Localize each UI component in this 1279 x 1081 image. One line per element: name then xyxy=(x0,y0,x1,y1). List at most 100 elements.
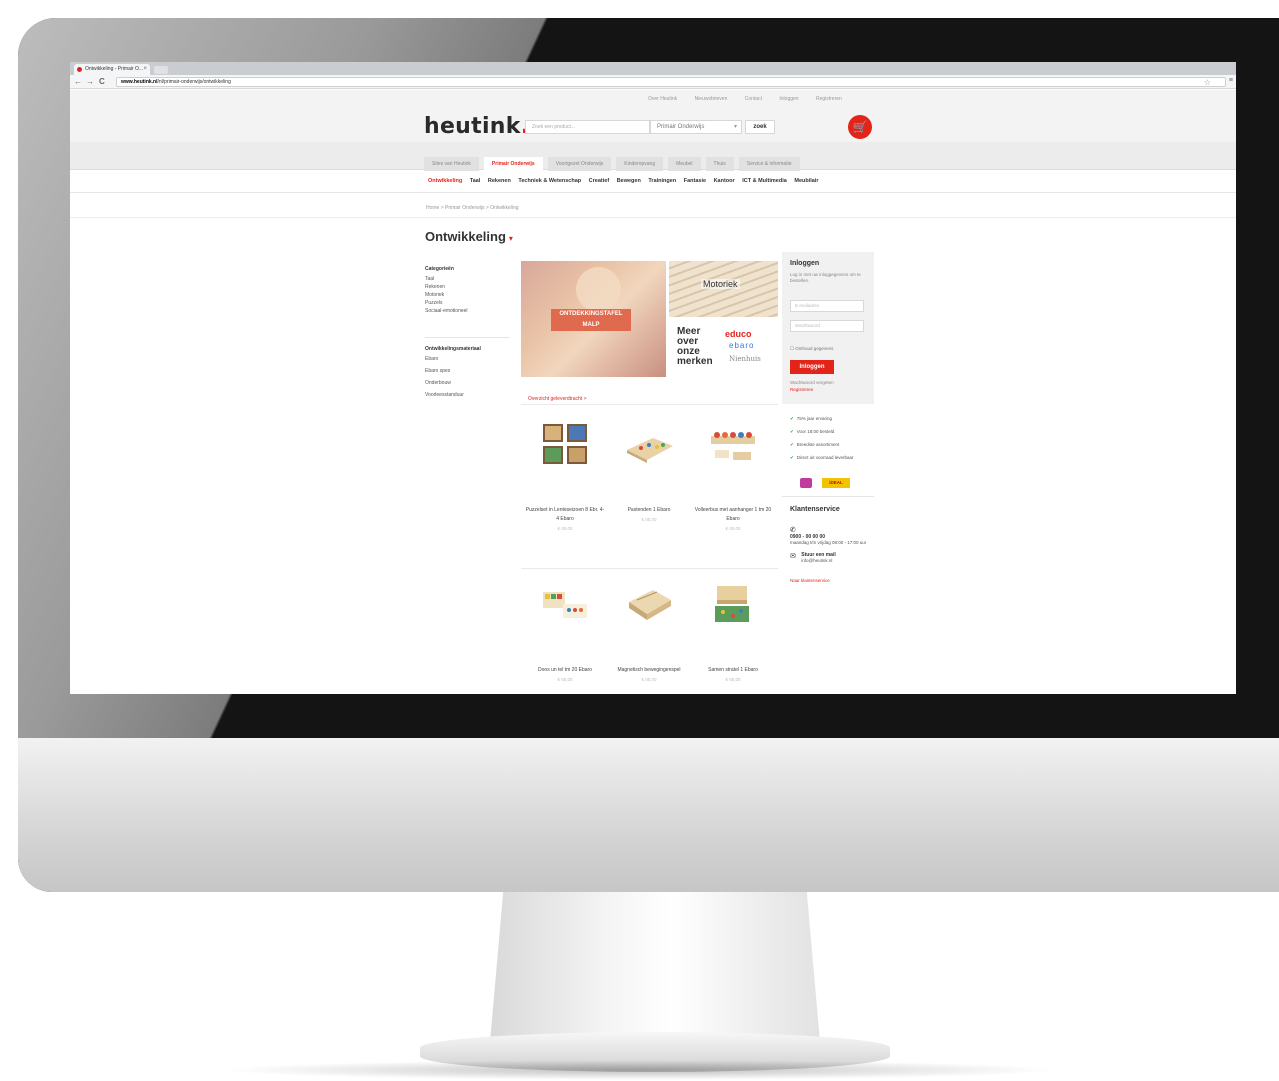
usp-text: Breedste assortiment xyxy=(796,442,840,447)
banner-ontdekkingstafel[interactable]: ONTDEKKINGSTAFEL MALP xyxy=(521,261,666,377)
password-field[interactable]: Wachtwoord xyxy=(790,320,864,332)
top-link-inloggen[interactable]: Inloggen xyxy=(779,96,798,102)
remember-label: Onthoud gegevens xyxy=(795,346,834,351)
subnav-trainingen[interactable]: Trainingen xyxy=(648,178,676,184)
sidebar-item[interactable]: Onderbouw xyxy=(425,379,510,387)
subnav-techniek[interactable]: Techniek & Wetenschap xyxy=(518,178,581,184)
subnav-ict[interactable]: ICT & Multimedia xyxy=(742,178,787,184)
tab-kinderopvang[interactable]: Kinderopvang xyxy=(616,157,664,171)
subnav-rekenen[interactable]: Rekenen xyxy=(488,178,511,184)
forgot-password-link[interactable]: Wachtwoord vergeten xyxy=(790,380,834,385)
subnav-meubilair[interactable]: Meubilair xyxy=(794,178,818,184)
product-name[interactable]: Samen stratel 1 Ebaro € 00,00 xyxy=(693,666,773,684)
logo-text: heutink xyxy=(424,114,521,139)
product-card[interactable]: Magnetisch bewegingenspel € 00,00 xyxy=(609,568,689,694)
subnav-bewegen[interactable]: Bewegen xyxy=(617,178,641,184)
login-button[interactable]: Inloggen xyxy=(790,360,834,374)
bookmark-star-icon[interactable]: ☆ xyxy=(1204,79,1211,87)
back-icon[interactable]: ← xyxy=(74,76,82,88)
top-link-registreren[interactable]: Registreren xyxy=(816,96,842,102)
new-tab-button[interactable] xyxy=(154,66,168,74)
tab-bar: Ontwikkeling - Primair O... × xyxy=(70,62,1236,75)
sidebar-group-title: Ontwikkelingsmateriaal xyxy=(425,346,481,352)
phone-row[interactable]: ✆ 0900 - 00 00 00 maandag t/m vrijdag 08:… xyxy=(790,526,874,546)
banner-motoriek[interactable]: Motoriek xyxy=(669,261,778,317)
product-name[interactable]: Puzzelset in Lenteseizoen 8 Ebr. 4-4 Eba… xyxy=(525,506,605,533)
url-domain: www.heutink.nl xyxy=(121,79,158,85)
product-card[interactable]: Samen stratel 1 Ebaro € 00,00 xyxy=(693,568,773,694)
product-card[interactable]: Doos un tel tm 20 Ebaro € 00,00 xyxy=(525,568,605,694)
product-name[interactable]: Pastenden 1 Ebaro € 00,00 xyxy=(609,506,689,524)
sidebar-item[interactable]: Voorleesstanduur xyxy=(425,391,510,399)
chevron-down-icon[interactable]: ▾ xyxy=(509,234,513,243)
tab-sites[interactable]: Sites van Heutink xyxy=(424,157,479,171)
ideal-logo-icon xyxy=(800,477,812,488)
breadcrumb[interactable]: Home > Primair Onderwijs > Ontwikkeling xyxy=(426,205,519,211)
browser-menu-icon[interactable]: ≡ xyxy=(1229,77,1233,84)
product-name[interactable]: Magnetisch bewegingenspel € 00,00 xyxy=(609,666,689,684)
search-button[interactable]: zoek xyxy=(745,120,775,134)
top-link-nieuwsbrieven[interactable]: Nieuwsbrieven xyxy=(695,96,728,102)
product-card[interactable]: Volleerbus met aanhanger 1 tm 20 Ebaro € … xyxy=(693,408,773,558)
phone-icon: ✆ xyxy=(790,527,796,534)
tab-service[interactable]: Service & informatie xyxy=(738,157,800,171)
product-image[interactable] xyxy=(623,582,675,626)
customer-service-link[interactable]: Naar klantenservice xyxy=(790,578,830,583)
email-field[interactable]: E-mailadres xyxy=(790,300,864,312)
tab-thuis[interactable]: Thuis xyxy=(705,157,734,171)
cart-icon[interactable]: 🛒 xyxy=(848,115,872,139)
sidebar-item[interactable]: Puzzels xyxy=(425,299,510,307)
sidebar-item[interactable]: Ebaro xyxy=(425,355,510,363)
login-box: Inloggen Log in met uw inloggegevens om … xyxy=(782,252,874,404)
mail-address: info@heutink.nl xyxy=(801,558,833,563)
forward-icon[interactable]: → xyxy=(86,76,94,88)
product-price: € 00,00 xyxy=(557,677,573,682)
top-link-contact[interactable]: Contact xyxy=(745,96,762,102)
sidebar-item[interactable]: Motoriek xyxy=(425,291,510,299)
banner-merken[interactable]: Meer over onze merken educo ebaro Nienhuis xyxy=(669,321,778,377)
product-image[interactable] xyxy=(539,422,591,466)
tab-meubel[interactable]: Meubel xyxy=(668,157,701,171)
mail-row[interactable]: ✉ Stuur een mail info@heutink.nl xyxy=(790,552,874,564)
reload-icon[interactable]: C xyxy=(99,76,105,88)
top-link-over[interactable]: Over Heutink xyxy=(648,96,677,102)
sidebar-item[interactable]: Rekenen xyxy=(425,283,510,291)
search-input[interactable]: Zoek een product... xyxy=(525,120,650,134)
register-link[interactable]: Registreren xyxy=(790,387,813,392)
product-name[interactable]: Doos un tel tm 20 Ebaro € 00,00 xyxy=(525,666,605,684)
product-card[interactable]: Pastenden 1 Ebaro € 00,00 xyxy=(609,408,689,558)
close-tab-icon[interactable]: × xyxy=(143,64,147,75)
product-name[interactable]: Volleerbus met aanhanger 1 tm 20 Ebaro € … xyxy=(693,506,773,533)
divider xyxy=(521,568,778,569)
subnav-fantasie[interactable]: Fantasie xyxy=(684,178,706,184)
remember-checkbox[interactable]: ☐ Onthoud gegevens xyxy=(790,346,833,352)
search-scope-select[interactable]: Primair Onderwijs ▾ xyxy=(650,120,742,134)
address-bar[interactable]: www.heutink.nl/nl/primair-onderwijs/ontw… xyxy=(116,77,1226,87)
sidebar-item[interactable]: Sociaal-emotioneel xyxy=(425,307,510,315)
product-image[interactable] xyxy=(539,582,591,626)
subnav-kantoor[interactable]: Kantoor xyxy=(714,178,735,184)
hero-banner[interactable]: ONTDEKKINGSTAFEL MALP Motoriek Meer over on… xyxy=(521,261,778,377)
usp-item: ✔ Voor 18:00 besteld xyxy=(782,425,874,438)
tab-primair[interactable]: Primair Onderwijs xyxy=(483,157,543,171)
usp-list: ✔ 75% jaar ervaring ✔ Voor 18:00 besteld ✔… xyxy=(782,412,874,464)
product-name-text: Magnetisch bewegingenspel xyxy=(617,667,681,673)
url-path: /nl/primair-onderwijs/ontwikkeling xyxy=(157,79,231,85)
browser-window: Ontwikkeling - Primair O... × ← → C www.… xyxy=(70,62,1236,694)
site-logo[interactable]: heutink. xyxy=(424,114,529,139)
product-image[interactable] xyxy=(707,582,759,626)
banner-merken-text: Meer over onze merken xyxy=(677,327,713,367)
subnav-creatief[interactable]: Creatief xyxy=(589,178,609,184)
products-overview-link[interactable]: Overzicht geleverdtracht > xyxy=(528,396,587,402)
product-image[interactable] xyxy=(623,422,675,466)
subnav-ontwikkeling[interactable]: Ontwikkeling xyxy=(428,178,462,184)
customer-service-title: Klantenservice xyxy=(790,506,840,513)
product-image[interactable] xyxy=(707,422,759,466)
product-price: € 00,00 xyxy=(557,526,573,531)
sidebar-item[interactable]: Taal xyxy=(425,275,510,283)
product-card[interactable]: Puzzelset in Lenteseizoen 8 Ebr. 4-4 Eba… xyxy=(525,408,605,558)
sidebar-item[interactable]: Ebaro spes xyxy=(425,367,510,375)
subnav-taal[interactable]: Taal xyxy=(470,178,481,184)
tab-voortgezet[interactable]: Voortgezet Onderwijs xyxy=(547,157,612,171)
browser-tab[interactable]: Ontwikkeling - Primair O... × xyxy=(74,64,150,75)
